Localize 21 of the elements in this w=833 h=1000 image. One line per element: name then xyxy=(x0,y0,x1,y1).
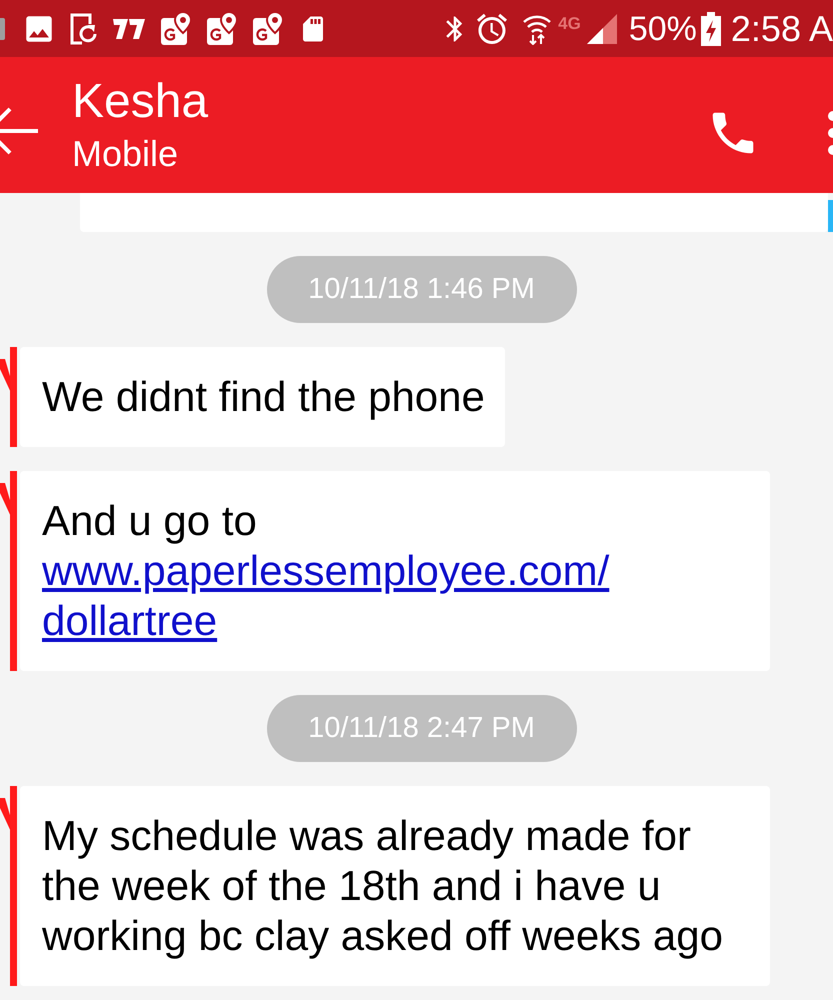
date-time-pill: 10/11/18 1:46 PM xyxy=(266,256,576,323)
message-link[interactable]: www.paperlessemployee.com/dollartree xyxy=(42,546,750,646)
clock-time: 2:58 A xyxy=(730,10,833,46)
map-pin-icon xyxy=(252,12,284,46)
wifi-icon xyxy=(522,12,552,44)
network-type: 4G xyxy=(558,15,581,32)
contact-type: Mobile xyxy=(72,133,180,175)
map-pin-icon xyxy=(160,12,192,46)
app-icon xyxy=(112,16,146,40)
notification-icon xyxy=(0,18,5,40)
message-text: My schedule was already made for the week of the 18th and i have u working bc clay asked off weeks ago xyxy=(42,811,724,961)
battery-charging-icon xyxy=(700,12,721,46)
contact-name: Kesha xyxy=(72,75,208,129)
outgoing-marker xyxy=(828,200,833,232)
date-time-pill: 10/11/18 2:47 PM xyxy=(266,695,576,762)
signal-icon xyxy=(586,14,617,44)
battery-percentage: 50% xyxy=(628,12,697,46)
message-text: We didnt find the phone xyxy=(42,372,485,422)
map-pin-icon xyxy=(206,12,238,46)
back-arrow-icon[interactable] xyxy=(0,106,40,156)
message-text: And u go to xyxy=(42,496,258,546)
